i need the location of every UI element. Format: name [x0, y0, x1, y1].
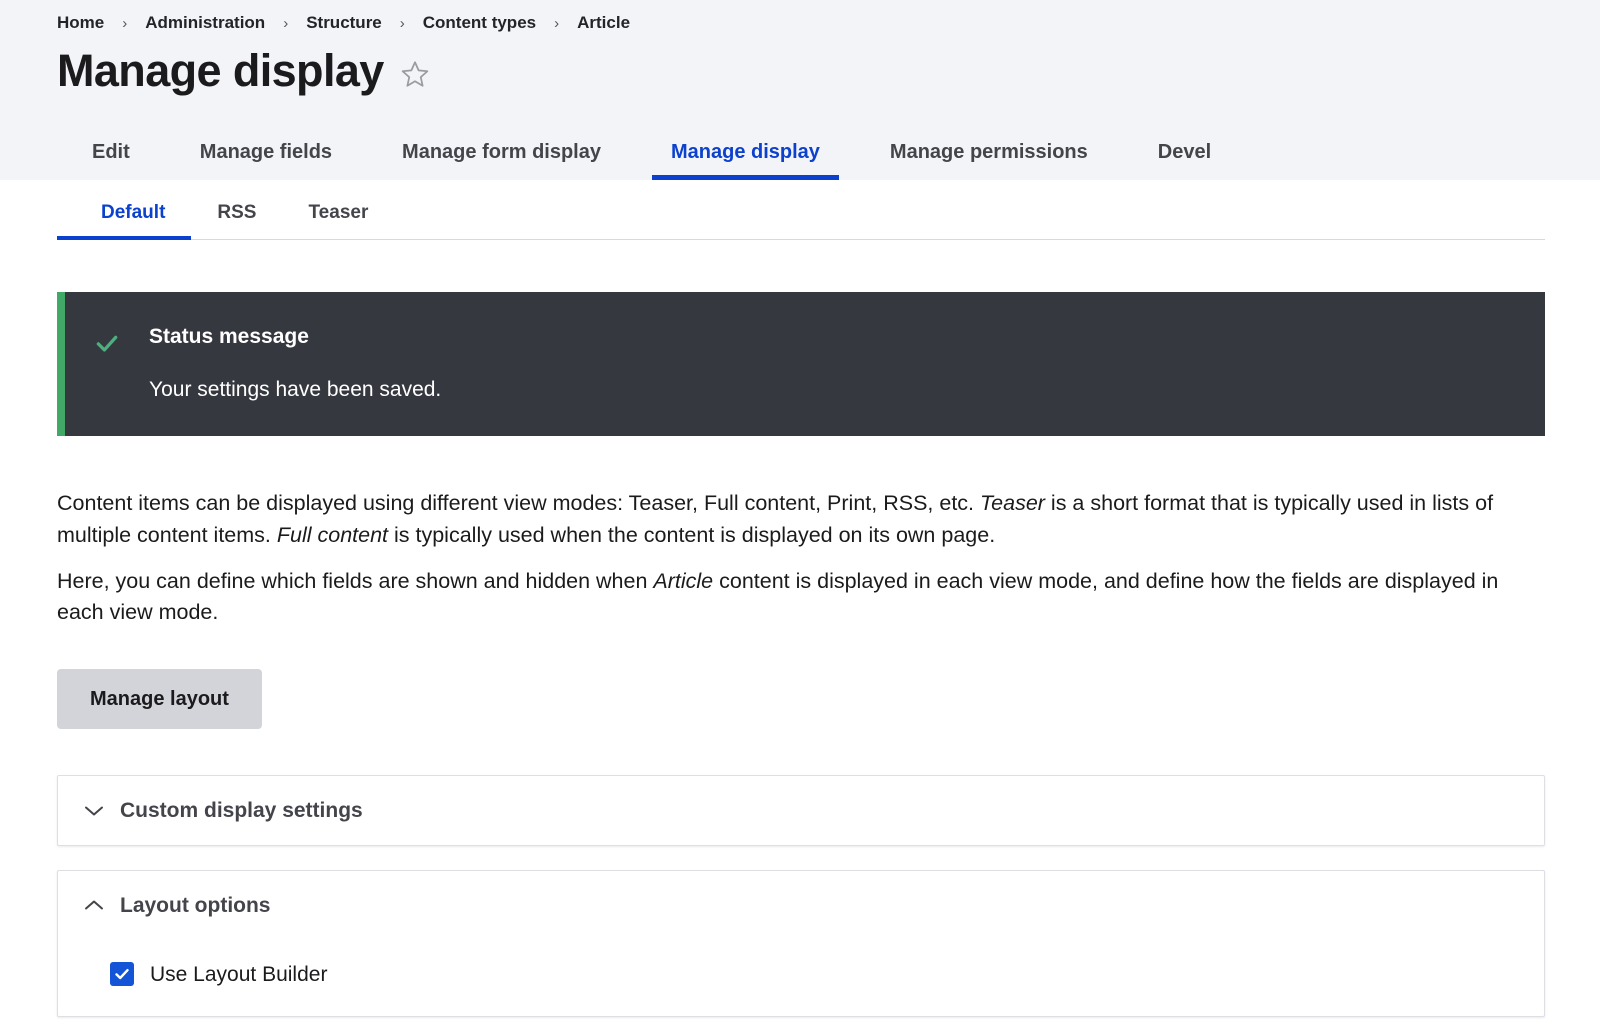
breadcrumb-separator-icon: › [104, 16, 145, 31]
primary-tabs: Edit Manage fields Manage form display M… [0, 120, 1600, 180]
view-mode-tab-rss[interactable]: RSS [191, 203, 282, 239]
accordion-layout-options-body: Use Layout Builder [58, 940, 1544, 1016]
intro-p1-part3: is typically used when the content is di… [388, 523, 995, 547]
status-message-title: Status message [149, 326, 1521, 347]
star-outline-icon[interactable] [400, 59, 430, 89]
breadcrumb-separator-icon: › [382, 16, 423, 31]
breadcrumb-item-home[interactable]: Home [57, 13, 104, 33]
accordion-custom-display-settings-header[interactable]: Custom display settings [58, 776, 1544, 845]
breadcrumb-separator-icon: › [265, 16, 306, 31]
chevron-down-icon [84, 804, 104, 817]
main-content: Default RSS Teaser Status message Your s… [0, 180, 1600, 1017]
manage-layout-button[interactable]: Manage layout [57, 669, 262, 729]
use-layout-builder-label[interactable]: Use Layout Builder [150, 964, 327, 985]
breadcrumb: Home › Administration › Structure › Cont… [0, 0, 1600, 38]
tab-manage-fields[interactable]: Manage fields [165, 142, 367, 180]
status-message-body: Status message Your settings have been s… [149, 326, 1521, 400]
view-mode-tab-default[interactable]: Default [75, 203, 191, 239]
accordion-region: Custom display settings Layout options [57, 775, 1545, 1017]
secondary-tabs: Default RSS Teaser [57, 180, 1545, 240]
breadcrumb-item-content-types[interactable]: Content types [423, 13, 536, 33]
accordion-custom-display-settings: Custom display settings [57, 775, 1545, 846]
intro-p1-part1: Content items can be displayed using dif… [57, 491, 980, 515]
actions-region: Manage layout [57, 669, 1600, 729]
page-header: Home › Administration › Structure › Cont… [0, 0, 1600, 180]
intro-paragraph-1: Content items can be displayed using dif… [57, 488, 1528, 552]
breadcrumb-item-structure[interactable]: Structure [306, 13, 382, 33]
page-title: Manage display [57, 48, 384, 93]
accordion-layout-options: Layout options Use Layout Builder [57, 870, 1545, 1017]
status-message-text: Your settings have been saved. [149, 379, 1521, 400]
intro-text: Content items can be displayed using dif… [57, 488, 1528, 629]
chevron-up-icon [84, 899, 104, 912]
breadcrumb-item-administration[interactable]: Administration [145, 13, 265, 33]
intro-p2-em1: Article [653, 569, 713, 593]
intro-p1-em2: Full content [277, 523, 388, 547]
accordion-layout-options-title: Layout options [120, 895, 271, 916]
intro-p2-part1: Here, you can define which fields are sh… [57, 569, 653, 593]
intro-paragraph-2: Here, you can define which fields are sh… [57, 566, 1528, 630]
breadcrumb-item-article[interactable]: Article [577, 13, 630, 33]
tab-manage-form-display[interactable]: Manage form display [367, 142, 636, 180]
check-icon [94, 330, 120, 356]
tab-manage-permissions[interactable]: Manage permissions [855, 142, 1123, 180]
use-layout-builder-checkbox[interactable] [110, 962, 134, 986]
accordion-custom-display-settings-title: Custom display settings [120, 800, 363, 821]
tab-edit[interactable]: Edit [57, 142, 165, 180]
title-row: Manage display [0, 38, 1600, 98]
breadcrumb-separator-icon: › [536, 16, 577, 31]
tab-manage-display[interactable]: Manage display [636, 142, 855, 180]
view-mode-tab-teaser[interactable]: Teaser [282, 203, 394, 239]
accordion-layout-options-header[interactable]: Layout options [58, 871, 1544, 940]
use-layout-builder-row: Use Layout Builder [110, 962, 1518, 986]
messages-region: Status message Your settings have been s… [57, 292, 1545, 436]
tab-devel[interactable]: Devel [1123, 142, 1246, 180]
intro-p1-em1: Teaser [980, 491, 1045, 515]
status-message: Status message Your settings have been s… [57, 292, 1545, 436]
status-message-icon-wrap [65, 326, 149, 400]
